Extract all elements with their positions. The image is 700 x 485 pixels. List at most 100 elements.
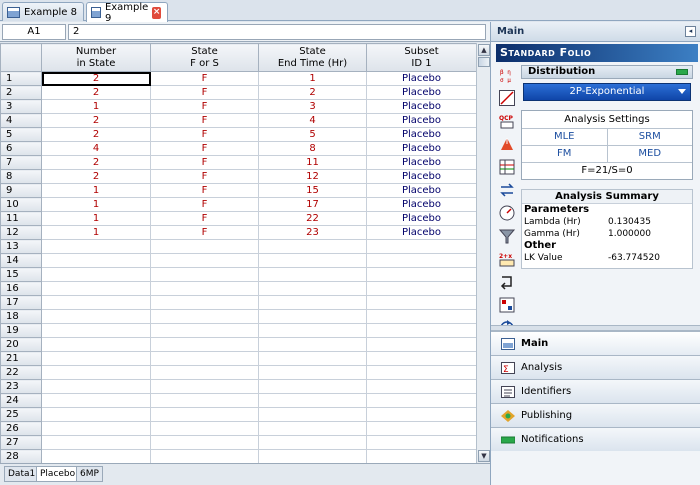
row-number[interactable]: 14 — [0, 253, 42, 268]
quick-calculation-pad-icon[interactable]: QCP — [498, 112, 516, 130]
table-cell[interactable]: 1 — [41, 225, 151, 240]
table-row[interactable]: 20 — [0, 337, 476, 352]
table-cell[interactable]: 17 — [258, 197, 367, 212]
table-row[interactable]: 3 1 F 3 Placebo — [0, 99, 476, 114]
table-cell[interactable] — [150, 295, 259, 310]
data-table-icon[interactable] — [498, 158, 516, 176]
table-cell[interactable]: 2 — [41, 169, 151, 184]
table-row[interactable]: 7 2 F 11 Placebo — [0, 155, 476, 170]
table-cell[interactable]: 4 — [41, 141, 151, 156]
table-cell[interactable] — [41, 435, 151, 450]
table-cell[interactable]: Placebo — [366, 183, 476, 198]
table-row[interactable]: 25 — [0, 407, 476, 422]
sum-calculator-icon[interactable]: 2+x — [498, 250, 516, 268]
table-cell[interactable] — [150, 435, 259, 450]
row-number[interactable]: 15 — [0, 267, 42, 282]
table-cell[interactable] — [150, 267, 259, 282]
table-cell[interactable] — [258, 337, 367, 352]
table-row[interactable]: 4 2 F 4 Placebo — [0, 113, 476, 128]
table-cell[interactable]: F — [150, 85, 259, 100]
table-cell[interactable] — [41, 407, 151, 422]
cell-value-input[interactable]: 2 — [68, 24, 486, 40]
table-cell[interactable]: 1 — [41, 197, 151, 212]
table-cell[interactable]: 11 — [258, 155, 367, 170]
table-cell[interactable]: F — [150, 99, 259, 114]
table-cell[interactable] — [258, 323, 367, 338]
table-cell[interactable] — [41, 337, 151, 352]
table-cell[interactable]: Placebo — [366, 71, 476, 86]
table-cell[interactable]: Placebo — [366, 225, 476, 240]
row-number[interactable]: 24 — [0, 393, 42, 408]
table-cell[interactable]: F — [150, 155, 259, 170]
table-cell[interactable]: 2 — [41, 71, 151, 86]
table-row[interactable]: 16 — [0, 281, 476, 296]
table-cell[interactable] — [366, 421, 476, 436]
table-cell[interactable] — [366, 281, 476, 296]
row-number[interactable]: 19 — [0, 323, 42, 338]
column-header[interactable]: Subset ID 1 — [366, 43, 476, 72]
table-row[interactable]: 17 — [0, 295, 476, 310]
table-cell[interactable] — [150, 281, 259, 296]
row-number[interactable]: 2 — [0, 85, 42, 100]
vertical-scrollbar[interactable]: ▲ ▼ — [476, 43, 490, 463]
scroll-down-icon[interactable]: ▼ — [478, 450, 490, 462]
table-cell[interactable] — [366, 449, 476, 463]
table-row[interactable]: 19 — [0, 323, 476, 338]
table-cell[interactable]: Placebo — [366, 211, 476, 226]
table-cell[interactable] — [150, 351, 259, 366]
table-cell[interactable]: Placebo — [366, 197, 476, 212]
nav-main[interactable]: Main — [491, 331, 700, 355]
table-row[interactable]: 13 — [0, 239, 476, 254]
table-cell[interactable] — [41, 323, 151, 338]
row-number[interactable]: 17 — [0, 295, 42, 310]
table-row[interactable]: 21 — [0, 351, 476, 366]
gauge-icon[interactable] — [498, 204, 516, 222]
table-cell[interactable] — [41, 449, 151, 463]
corner-header[interactable] — [0, 43, 42, 72]
row-number[interactable]: 8 — [0, 169, 42, 184]
table-cell[interactable] — [150, 253, 259, 268]
row-number[interactable]: 12 — [0, 225, 42, 240]
table-cell[interactable] — [150, 421, 259, 436]
table-row[interactable]: 28 — [0, 449, 476, 463]
table-cell[interactable] — [366, 365, 476, 380]
doc-tab-example-8[interactable]: Example 8 — [2, 2, 84, 21]
transfer-icon[interactable] — [498, 181, 516, 199]
table-cell[interactable]: F — [150, 127, 259, 142]
plot-icon[interactable] — [498, 89, 516, 107]
table-cell[interactable]: 1 — [258, 71, 367, 86]
table-cell[interactable] — [258, 393, 367, 408]
table-row[interactable]: 12 1 F 23 Placebo — [0, 225, 476, 240]
row-number[interactable]: 22 — [0, 365, 42, 380]
table-cell[interactable] — [258, 351, 367, 366]
table-row[interactable]: 27 — [0, 435, 476, 450]
table-cell[interactable]: F — [150, 211, 259, 226]
table-cell[interactable]: 12 — [258, 169, 367, 184]
table-cell[interactable] — [366, 323, 476, 338]
table-cell[interactable] — [41, 379, 151, 394]
table-cell[interactable] — [258, 253, 367, 268]
table-cell[interactable] — [41, 351, 151, 366]
table-row[interactable]: 6 4 F 8 Placebo — [0, 141, 476, 156]
row-number[interactable]: 6 — [0, 141, 42, 156]
table-cell[interactable] — [41, 253, 151, 268]
table-cell[interactable] — [366, 267, 476, 282]
nav-notifications[interactable]: Notifications — [491, 427, 700, 451]
table-cell[interactable] — [258, 449, 367, 463]
table-cell[interactable] — [258, 239, 367, 254]
mle-option[interactable]: MLE — [522, 129, 608, 145]
pin-icon[interactable]: ◂ — [685, 26, 696, 37]
table-cell[interactable]: 2 — [258, 85, 367, 100]
table-cell[interactable]: F — [150, 169, 259, 184]
row-number[interactable]: 23 — [0, 379, 42, 394]
table-cell[interactable] — [41, 393, 151, 408]
row-number[interactable]: 10 — [0, 197, 42, 212]
row-number[interactable]: 7 — [0, 155, 42, 170]
table-cell[interactable]: Placebo — [366, 155, 476, 170]
table-cell[interactable] — [258, 407, 367, 422]
nav-identifiers[interactable]: Identifiers — [491, 379, 700, 403]
table-cell[interactable] — [41, 365, 151, 380]
sheet-tab-placebo[interactable]: Placebo — [36, 466, 80, 482]
fm-option[interactable]: FM — [522, 146, 608, 162]
table-cell[interactable] — [258, 281, 367, 296]
